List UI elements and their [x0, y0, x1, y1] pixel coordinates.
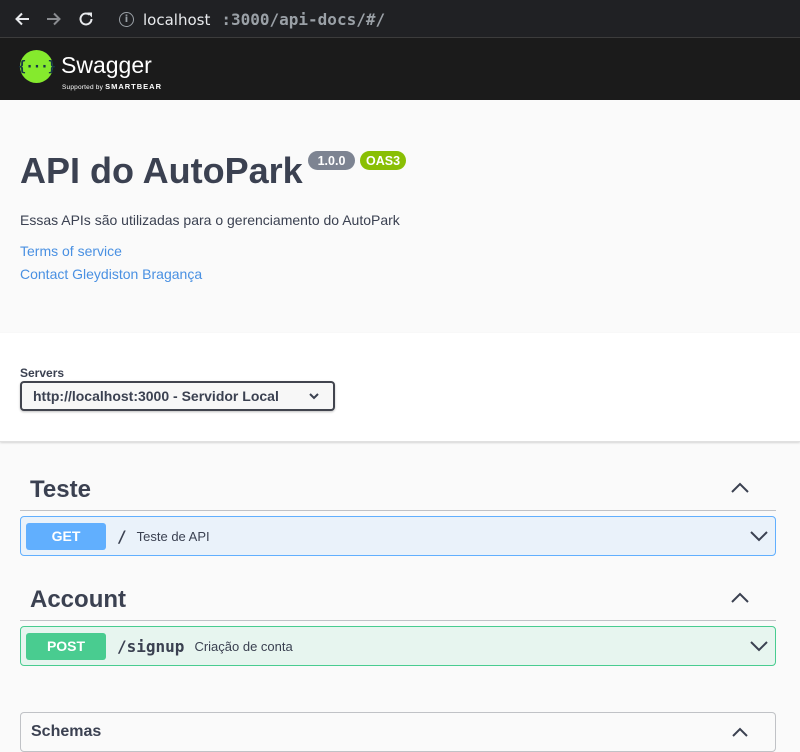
chevron-down-icon[interactable]: [749, 529, 769, 543]
operation-get-root[interactable]: GET / Teste de API: [20, 516, 776, 556]
tag-name: Teste: [30, 476, 91, 503]
method-badge-post: POST: [26, 632, 106, 660]
server-select[interactable]: http://localhost:3000 - Servidor Local: [20, 381, 335, 411]
reload-icon[interactable]: [75, 8, 97, 30]
operation-path: /signup: [117, 636, 185, 656]
url-text: localhost:3000/api-docs/#/: [143, 9, 386, 29]
swagger-logo-text[interactable]: Swagger: [61, 52, 152, 79]
api-info: API do AutoPark 1.0.0 OAS3 Essas APIs sã…: [0, 100, 800, 333]
oas-badge: OAS3: [360, 151, 406, 170]
chevron-down-icon: [309, 393, 319, 400]
swagger-topbar: {···} Swagger Supported by SMARTBEAR: [0, 38, 800, 100]
chevron-down-icon[interactable]: [749, 639, 769, 653]
api-description: Essas APIs são utilizadas para o gerenci…: [20, 212, 400, 228]
schemas-label: Schemas: [31, 723, 102, 740]
operation-summary: Criação de conta: [194, 638, 293, 654]
address-bar[interactable]: i localhost:3000/api-docs/#/: [108, 4, 800, 34]
tag-name: Account: [30, 586, 126, 613]
contact-link[interactable]: Contact Gleydiston Bragança: [20, 266, 202, 282]
version-badge: 1.0.0: [308, 151, 355, 170]
chevron-up-icon[interactable]: [730, 482, 750, 494]
operation-post-signup[interactable]: POST /signup Criação de conta: [20, 626, 776, 666]
schemas-section[interactable]: Schemas: [20, 712, 776, 752]
back-arrow-icon[interactable]: [11, 8, 33, 30]
servers-section: Servers http://localhost:3000 - Servidor…: [0, 333, 800, 442]
chevron-up-icon[interactable]: [730, 592, 750, 604]
info-icon[interactable]: i: [119, 11, 134, 27]
tag-header-account[interactable]: Account: [20, 570, 776, 621]
smartbear-tagline: Supported by SMARTBEAR: [62, 82, 162, 91]
operation-path: /: [117, 526, 127, 546]
page-title: API do AutoPark: [20, 150, 303, 191]
swagger-logo-icon[interactable]: {···}: [18, 50, 56, 83]
tag-header-teste[interactable]: Teste: [20, 460, 776, 511]
server-select-value: http://localhost:3000 - Servidor Local: [33, 388, 279, 404]
terms-of-service-link[interactable]: Terms of service: [20, 243, 122, 259]
method-badge-get: GET: [26, 522, 106, 550]
servers-label: Servers: [20, 366, 65, 380]
forward-arrow-icon[interactable]: [43, 8, 65, 30]
operation-summary: Teste de API: [136, 528, 210, 544]
browser-toolbar: i localhost:3000/api-docs/#/: [0, 0, 800, 38]
chevron-up-icon[interactable]: [731, 727, 749, 738]
